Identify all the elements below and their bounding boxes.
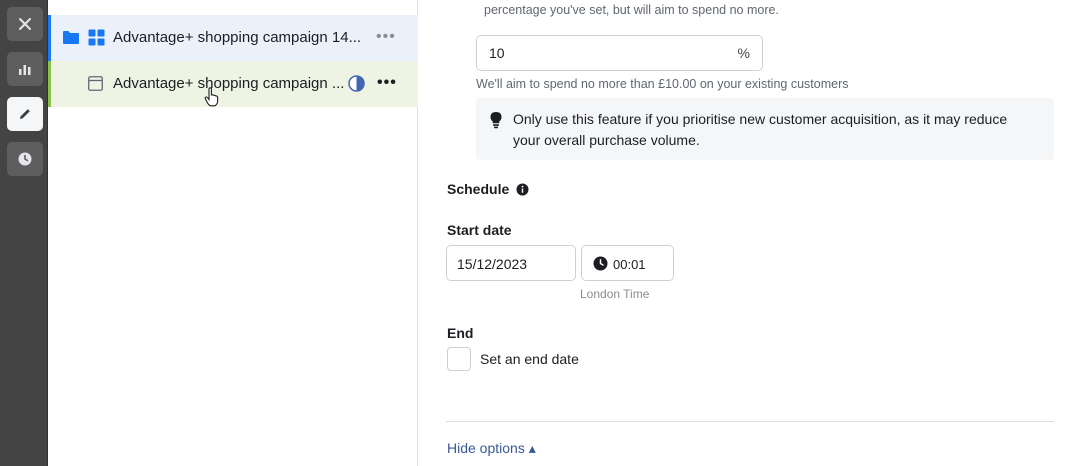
- info-icon[interactable]: [516, 183, 529, 196]
- close-icon: [19, 18, 31, 30]
- start-date-heading: Start date: [447, 222, 512, 238]
- tree-row-ad[interactable]: Advantage+ shopping campaign ... •••: [48, 61, 418, 107]
- left-rail: [0, 0, 48, 466]
- close-button[interactable]: [7, 7, 43, 41]
- start-date-value: 15/12/2023: [457, 256, 528, 272]
- history-button[interactable]: [7, 142, 43, 176]
- existing-customer-percent-input[interactable]: 10 %: [476, 35, 763, 71]
- schedule-heading: Schedule: [447, 181, 529, 197]
- clock-icon: [593, 256, 608, 271]
- hide-options-link[interactable]: Hide options ▴: [447, 440, 536, 457]
- lightbulb-icon: [490, 112, 502, 129]
- divider: [446, 421, 1054, 422]
- campaign-grid-icon: [88, 29, 105, 46]
- clock-icon: [18, 152, 32, 166]
- pencil-icon: [20, 109, 30, 119]
- ad-icon: [88, 76, 103, 91]
- tree-row-campaign[interactable]: Advantage+ shopping campaign 14... •••: [48, 15, 418, 61]
- end-heading: End: [447, 325, 474, 341]
- campaign-tree: Advantage+ shopping campaign 14... ••• A…: [48, 0, 418, 466]
- folder-icon: [63, 31, 79, 44]
- percent-value: 10: [489, 45, 505, 61]
- start-time-input[interactable]: 00:01: [581, 245, 674, 281]
- timezone-label: London Time: [580, 287, 650, 301]
- budget-helper-text: We'll aim to spend no more than £10.00 o…: [476, 77, 849, 91]
- end-date-checkbox[interactable]: [447, 347, 471, 371]
- tip-text: Only use this feature if you prioritise …: [513, 111, 1008, 148]
- reporting-button[interactable]: [7, 52, 43, 86]
- percent-unit: %: [737, 45, 750, 61]
- edit-button[interactable]: [7, 97, 43, 131]
- budget-description: percentage you've set, but will aim to s…: [484, 3, 779, 17]
- status-half-circle-icon: [348, 75, 365, 92]
- settings-panel: percentage you've set, but will aim to s…: [418, 0, 1080, 466]
- hand-cursor-icon: [204, 87, 219, 107]
- ad-more-button[interactable]: •••: [377, 74, 397, 92]
- chart-icon: [19, 65, 31, 75]
- campaign-name: Advantage+ shopping campaign 14...: [113, 29, 362, 46]
- ad-name: Advantage+ shopping campaign ...: [113, 75, 345, 92]
- tip-box: Only use this feature if you prioritise …: [476, 98, 1054, 160]
- start-time-value: 00:01: [613, 257, 646, 272]
- start-date-input[interactable]: 15/12/2023: [446, 245, 576, 281]
- schedule-heading-label: Schedule: [447, 181, 510, 197]
- campaign-more-button[interactable]: •••: [376, 28, 396, 46]
- end-date-checkbox-label[interactable]: Set an end date: [480, 351, 579, 367]
